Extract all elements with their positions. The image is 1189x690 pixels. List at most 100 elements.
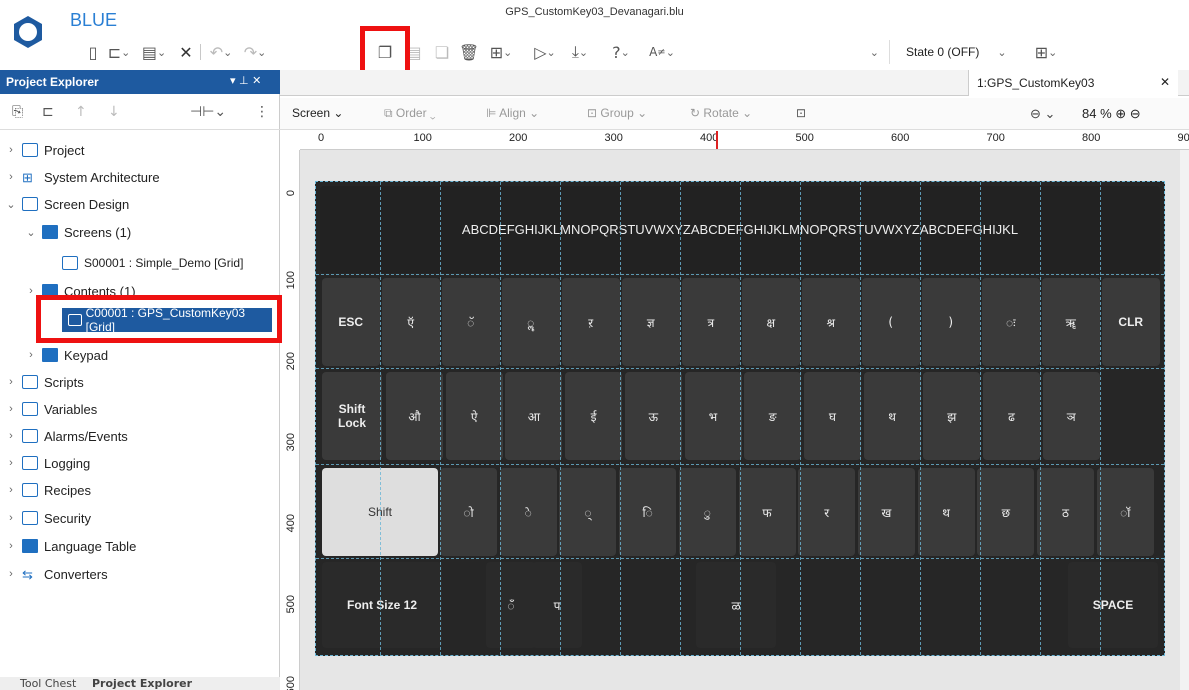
group-menu[interactable]: ⊡ Group ⌄	[587, 106, 647, 120]
close-icon[interactable]: ✕	[178, 40, 194, 64]
tree-screens[interactable]: ⌄ Screens (1)	[0, 219, 280, 245]
tree-scripts[interactable]: › Scripts	[0, 369, 280, 395]
tab-project-explorer[interactable]: Project Explorer	[92, 677, 192, 690]
keyboard-key[interactable]: Font Size 12	[322, 562, 442, 648]
zoom-out-icon[interactable]: ⊖ ⌄	[1030, 106, 1055, 122]
keyboard-key[interactable]: ख	[857, 468, 915, 556]
duplicate-icon[interactable]: ❏	[433, 40, 451, 64]
tree-label: Security	[44, 510, 91, 526]
collapse-icon[interactable]: ⊣⊢⌄	[190, 104, 226, 120]
keyboard-key[interactable]: छ	[977, 468, 1035, 556]
keyboard-key[interactable]: ठ	[1037, 468, 1094, 556]
keyboard-key[interactable]: झ	[923, 372, 981, 460]
undo-icon[interactable]: ↶ ⌄	[206, 40, 236, 64]
keyboard-key[interactable]: ॅ	[442, 278, 500, 366]
import-icon[interactable]: ⊏	[42, 104, 54, 120]
keyboard-key[interactable]: भ	[684, 372, 742, 460]
text-format-icon[interactable]: A ≠ ⌄	[644, 40, 680, 64]
keyboard-key[interactable]: ऱ	[562, 278, 620, 366]
keyboard-key[interactable]: ESC	[322, 278, 380, 366]
grid-line	[680, 182, 681, 655]
order-menu[interactable]: ⧉ Order ⌄	[384, 106, 436, 121]
tree-logging[interactable]: › Logging	[0, 450, 280, 476]
keyboard-key[interactable]: आ	[505, 372, 563, 460]
keyboard-key[interactable]: ँ	[486, 562, 536, 648]
font-combo[interactable]: ⌄	[760, 40, 890, 64]
tab-tool-chest[interactable]: Tool Chest	[20, 677, 76, 690]
delete-icon[interactable]: 🗑	[459, 40, 479, 64]
keyboard-key[interactable]: ऍ	[382, 278, 440, 366]
align-menu[interactable]: ⊫ Align ⌄	[486, 106, 539, 120]
run-icon[interactable]: ▷ ⌄	[528, 40, 562, 64]
keyboard-key[interactable]: ऊ	[624, 372, 682, 460]
keyboard-key[interactable]: ढ	[983, 372, 1040, 460]
keyboard-key[interactable]: ॣ	[502, 278, 560, 366]
keyboard-key[interactable]: ई	[565, 372, 623, 460]
tree-recipes[interactable]: › Recipes	[0, 477, 280, 503]
keyboard-key[interactable]: थ	[863, 372, 921, 460]
up-icon[interactable]: ↑	[75, 104, 87, 120]
keyboard-key[interactable]: र	[798, 468, 856, 556]
custom-keyboard[interactable]: ABCDEFGHIJKLMNOPQRSTUVWXYZABCDEFGHIJKLMN…	[315, 181, 1165, 656]
layout-icon[interactable]: ⊞ ⌄	[486, 40, 516, 64]
keyboard-key[interactable]: SPACE	[1068, 562, 1158, 648]
keyboard-key[interactable]: ॉ	[1096, 468, 1154, 556]
vertical-scrollbar[interactable]	[1180, 150, 1189, 690]
help-icon[interactable]: ? ⌄	[604, 40, 638, 64]
add-icon[interactable]: ⎘	[12, 104, 23, 120]
open-icon[interactable]: ⊏ ⌄	[106, 40, 132, 64]
folder-icon	[42, 225, 58, 239]
keyboard-key[interactable]: े	[499, 468, 557, 556]
more-icon[interactable]: ⋮	[255, 104, 269, 120]
tree-keypad[interactable]: › Keypad	[0, 342, 280, 368]
tab-label: 1:GPS_CustomKey03	[977, 76, 1095, 90]
document-tab[interactable]: 1:GPS_CustomKey03 ✕	[968, 70, 1178, 96]
keyboard-key[interactable]: )	[922, 278, 980, 366]
new-file-icon[interactable]: ▯	[84, 40, 102, 64]
keyboard-key[interactable]: ळ	[696, 562, 776, 648]
keyboard-key[interactable]: थ	[917, 468, 975, 556]
keyboard-key[interactable]: ्	[559, 468, 617, 556]
zoom-value[interactable]: 84 % ⊕ ⊖	[1082, 106, 1141, 122]
pin-icon[interactable]: ▾ ⊥ ✕	[230, 74, 261, 87]
keyboard-key[interactable]: फ	[738, 468, 796, 556]
state-selector[interactable]: State 0 (OFF) ⌄	[906, 40, 1007, 64]
tree-security[interactable]: › Security	[0, 505, 280, 531]
save-icon[interactable]: ▤ ⌄	[140, 40, 168, 64]
screen-menu[interactable]: Screen ⌄	[292, 106, 343, 120]
keyboard-key[interactable]: घ	[803, 372, 861, 460]
tree-screen-item[interactable]: S00001 : Simple_Demo [Grid]	[0, 250, 280, 276]
keyboard-key[interactable]: Shift Lock	[322, 372, 382, 460]
keyboard-key[interactable]: ङ	[744, 372, 802, 460]
tree-label: Scripts	[44, 374, 84, 390]
tree-system-architecture[interactable]: › ⊞ System Architecture	[0, 164, 280, 190]
keyboard-key[interactable]: ऐ	[445, 372, 503, 460]
keyboard-key[interactable]: त्र	[682, 278, 740, 366]
keyboard-key[interactable]: ॠ	[1042, 278, 1100, 366]
download-icon[interactable]: ⤓ ⌄	[566, 40, 594, 64]
redo-icon[interactable]: ↷ ⌄	[240, 40, 270, 64]
tree-project[interactable]: › Project	[0, 137, 280, 163]
keyboard-key[interactable]: क्ष	[742, 278, 800, 366]
keyboard-key[interactable]: ु	[678, 468, 736, 556]
keyboard-key[interactable]: ञ	[1042, 372, 1100, 460]
keyboard-key[interactable]: ः	[982, 278, 1040, 366]
rotate-menu[interactable]: ↻ Rotate ⌄	[690, 106, 752, 120]
tree-alarms[interactable]: › Alarms/Events	[0, 423, 280, 449]
keyboard-key[interactable]: ज्ञ	[622, 278, 680, 366]
tree-language-table[interactable]: › Language Table	[0, 533, 280, 559]
grid-icon[interactable]: ⊞ ⌄	[1028, 40, 1064, 64]
keyboard-key[interactable]: श्र	[802, 278, 860, 366]
keyboard-key[interactable]: (	[862, 278, 920, 366]
keyboard-key[interactable]: CLR	[1102, 278, 1160, 366]
tree-converters[interactable]: › ⇆ Converters	[0, 561, 280, 587]
down-icon[interactable]: ↓	[108, 104, 120, 120]
tree-screen-design[interactable]: ⌄ Screen Design	[0, 191, 280, 217]
keyboard-key[interactable]: प	[532, 562, 582, 648]
close-icon[interactable]: ✕	[1160, 75, 1170, 89]
preview-icon[interactable]: ⊡	[796, 106, 806, 120]
keyboard-key[interactable]: ो	[440, 468, 497, 556]
tree-variables[interactable]: › Variables	[0, 396, 280, 422]
keyboard-key[interactable]: ि	[619, 468, 677, 556]
keyboard-key[interactable]: औ	[386, 372, 443, 460]
